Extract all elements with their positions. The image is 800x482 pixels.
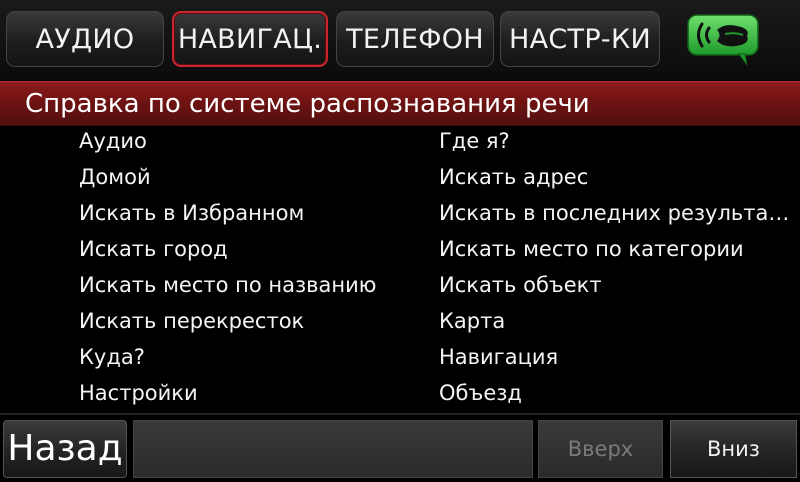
voice-command-button[interactable] xyxy=(687,14,759,66)
scroll-up-button[interactable]: Вверх xyxy=(538,420,663,478)
list-item[interactable]: Искать место по категории xyxy=(439,231,794,267)
list-item[interactable]: Искать перекресток xyxy=(79,303,419,339)
tab-settings[interactable]: НАСТР-КИ xyxy=(500,11,660,67)
scroll-down-button[interactable]: Вниз xyxy=(670,420,797,478)
list-item[interactable]: Карта xyxy=(439,303,794,339)
bottom-bar-spacer xyxy=(133,420,533,478)
tab-audio[interactable]: АУДИО xyxy=(6,11,164,67)
list-item[interactable]: Куда? xyxy=(79,339,419,375)
top-tab-bar: АУДИО НАВИГАЦ. ТЕЛЕФОН НАСТР-КИ xyxy=(0,0,800,80)
tab-navigation[interactable]: НАВИГАЦ. xyxy=(172,11,328,67)
list-item[interactable]: Искать в Избранном xyxy=(79,195,419,231)
list-item[interactable]: Домой xyxy=(79,159,419,195)
list-item[interactable]: Где я? xyxy=(439,123,794,159)
list-item[interactable]: Навигация xyxy=(439,339,794,375)
list-item[interactable]: Объезд xyxy=(439,375,794,411)
list-item[interactable]: Искать город xyxy=(79,231,419,267)
list-item[interactable]: Искать место по названию xyxy=(79,267,419,303)
list-item[interactable]: Искать объект xyxy=(439,267,794,303)
back-button[interactable]: Назад xyxy=(3,420,127,478)
list-item[interactable]: Настройки xyxy=(79,375,419,411)
list-item[interactable]: Аудио xyxy=(79,123,419,159)
bottom-button-bar: Назад Вверх Вниз xyxy=(0,413,800,482)
list-item[interactable]: Искать адрес xyxy=(439,159,794,195)
speech-bubble-voice-icon xyxy=(687,14,759,66)
page-title: Справка по системе распознавания речи xyxy=(0,81,800,126)
list-item[interactable]: Искать в последних результатах xyxy=(439,195,794,231)
tab-phone[interactable]: ТЕЛЕФОН xyxy=(336,11,494,67)
voice-command-list: Аудио Домой Искать в Избранном Искать го… xyxy=(0,123,800,413)
